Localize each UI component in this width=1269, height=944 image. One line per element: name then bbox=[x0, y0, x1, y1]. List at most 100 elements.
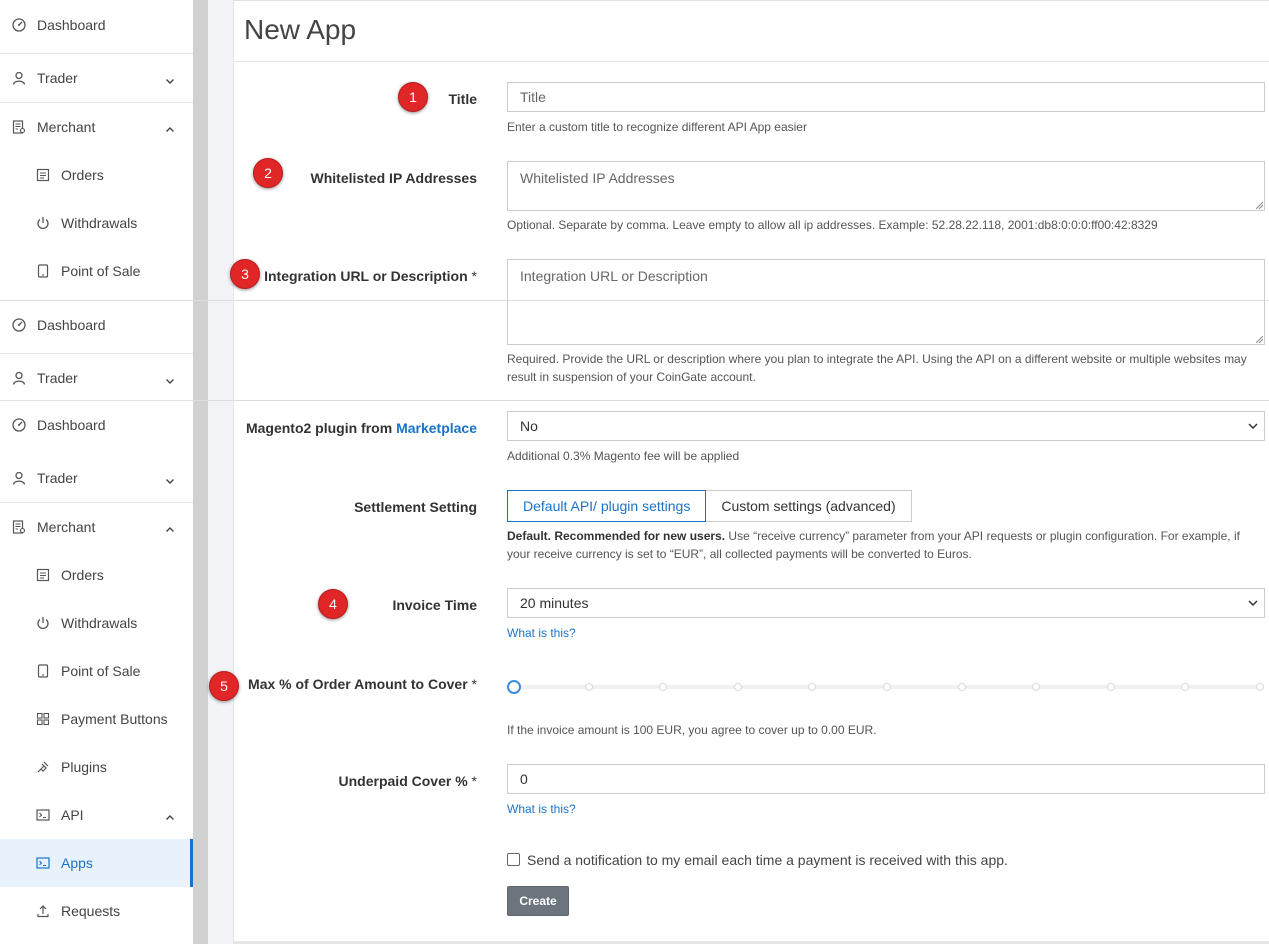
magento-value: No bbox=[520, 418, 538, 434]
upload-icon bbox=[36, 904, 50, 918]
slider-handle[interactable] bbox=[507, 680, 521, 694]
chevron-up-icon bbox=[165, 522, 175, 532]
resize-handle-icon[interactable] bbox=[1255, 335, 1263, 343]
overlay-divider bbox=[193, 400, 1269, 401]
slider-step-dot[interactable] bbox=[1106, 683, 1115, 691]
title-input[interactable]: Title bbox=[507, 82, 1265, 112]
slider-step-dot[interactable] bbox=[733, 683, 742, 691]
terminal-icon bbox=[36, 808, 50, 822]
url-label: Integration URL or Description * bbox=[264, 268, 477, 284]
maxcover-slider[interactable] bbox=[507, 680, 1267, 694]
slider-step-dot[interactable] bbox=[808, 683, 817, 691]
title-divider bbox=[233, 61, 1269, 62]
dashboard-icon bbox=[12, 318, 26, 332]
sidebar-item-label: Withdrawals bbox=[61, 615, 138, 631]
notify-checkbox[interactable] bbox=[507, 853, 520, 866]
sidebar-item-orders[interactable]: Orders bbox=[0, 151, 193, 199]
sidebar: Dashboard Trader Merchant Orders Withdrawals… bbox=[0, 0, 193, 944]
settlement-custom-option[interactable]: Custom settings (advanced) bbox=[706, 490, 912, 522]
url-placeholder: Integration URL or Description bbox=[520, 268, 708, 284]
slider-step-dot[interactable] bbox=[659, 683, 668, 691]
slider-step-dot[interactable] bbox=[1256, 683, 1264, 691]
magento-label-text: Magento2 plugin from bbox=[245, 420, 393, 436]
sidebar-item-dashboard[interactable]: Dashboard bbox=[0, 1, 193, 49]
slider-step-dot[interactable] bbox=[883, 683, 891, 691]
sidebar-scrollbar[interactable] bbox=[193, 0, 208, 944]
title-placeholder: Title bbox=[520, 89, 546, 105]
required-mark: * bbox=[471, 676, 477, 692]
sidebar-item-payment-buttons[interactable]: Payment Buttons bbox=[0, 695, 193, 743]
sidebar-item-trader[interactable]: Trader bbox=[0, 454, 193, 502]
tablet-icon bbox=[36, 264, 50, 278]
main-card bbox=[233, 0, 1269, 944]
sidebar-item-label: Orders bbox=[61, 567, 104, 583]
annotation-badge: 5 bbox=[209, 671, 239, 701]
invoice-value: 20 minutes bbox=[520, 595, 589, 611]
create-button[interactable]: Create bbox=[507, 886, 569, 916]
slider-step-dot[interactable] bbox=[957, 683, 966, 691]
top-border bbox=[233, 0, 1269, 1]
invoice-what-link[interactable]: What is this? bbox=[507, 626, 576, 640]
required-mark: * bbox=[471, 268, 477, 284]
slider-step-dot[interactable] bbox=[584, 683, 593, 691]
plug-icon bbox=[36, 760, 50, 774]
sidebar-item-label: Withdrawals bbox=[61, 215, 138, 231]
user-icon bbox=[12, 71, 26, 85]
chevron-down-icon bbox=[1248, 600, 1258, 607]
power-icon bbox=[36, 616, 50, 630]
sidebar-divider bbox=[0, 53, 193, 54]
sidebar-item-trader[interactable]: Trader bbox=[0, 54, 193, 102]
sidebar-item-dashboard[interactable]: Dashboard bbox=[0, 301, 193, 349]
sidebar-item-merchant[interactable]: Merchant bbox=[0, 103, 193, 151]
title-help: Enter a custom title to recognize differ… bbox=[507, 120, 807, 134]
url-label-text: Integration URL or Description bbox=[264, 268, 468, 284]
invoice-label: Invoice Time bbox=[392, 597, 477, 613]
sidebar-item-label: Trader bbox=[37, 370, 78, 386]
ip-help: Optional. Separate by comma. Leave empty… bbox=[507, 218, 1158, 232]
sidebar-item-dashboard[interactable]: Dashboard bbox=[0, 401, 193, 449]
annotation-badge: 4 bbox=[318, 589, 348, 619]
power-icon bbox=[36, 216, 50, 230]
maxcover-label-text: Max % of Order Amount to Cover bbox=[248, 676, 468, 692]
dashboard-icon bbox=[12, 18, 26, 32]
invoice-time-select[interactable]: 20 minutes bbox=[507, 588, 1265, 618]
slider-step-dot[interactable] bbox=[1181, 683, 1190, 691]
sidebar-item-point-of-sale[interactable]: Point of Sale bbox=[0, 647, 193, 695]
sidebar-item-label: Dashboard bbox=[37, 17, 106, 33]
terminal-icon bbox=[36, 856, 50, 870]
sidebar-item-withdrawals[interactable]: Withdrawals bbox=[0, 599, 193, 647]
settlement-help: Default. Recommended for new users. Use … bbox=[507, 527, 1257, 563]
sidebar-item-label: Point of Sale bbox=[61, 663, 141, 679]
sidebar-item-requests[interactable]: Requests bbox=[0, 887, 193, 935]
merchant-icon bbox=[12, 520, 26, 534]
settlement-label: Settlement Setting bbox=[354, 499, 477, 515]
sidebar-divider bbox=[0, 353, 193, 354]
sidebar-item-apps[interactable]: Apps bbox=[0, 839, 193, 887]
sidebar-item-orders[interactable]: Orders bbox=[0, 551, 193, 599]
ip-textarea[interactable]: Whitelisted IP Addresses bbox=[507, 161, 1265, 211]
maxcover-label: Max % of Order Amount to Cover * bbox=[248, 676, 477, 692]
page-title: New App bbox=[244, 14, 357, 45]
marketplace-link[interactable]: Marketplace bbox=[396, 420, 477, 436]
sidebar-item-trader[interactable]: Trader bbox=[0, 354, 193, 402]
settlement-default-option[interactable]: Default API/ plugin settings bbox=[507, 490, 707, 522]
slider-step-dot[interactable] bbox=[1032, 683, 1041, 691]
sidebar-item-plugins[interactable]: Plugins bbox=[0, 743, 193, 791]
underpaid-what-link[interactable]: What is this? bbox=[507, 802, 576, 816]
magento-select[interactable]: No bbox=[507, 411, 1265, 441]
notify-label[interactable]: Send a notification to my email each tim… bbox=[527, 852, 1008, 868]
orders-icon bbox=[36, 568, 50, 582]
content-gutter bbox=[208, 0, 233, 944]
underpaid-input[interactable]: 0 bbox=[507, 764, 1265, 794]
sidebar-item-api[interactable]: API bbox=[0, 791, 193, 839]
sidebar-item-label: Requests bbox=[61, 903, 121, 919]
sidebar-item-point-of-sale[interactable]: Point of Sale bbox=[0, 247, 193, 295]
sidebar-item-label: Trader bbox=[37, 470, 78, 486]
sidebar-item-label: Merchant bbox=[37, 519, 96, 535]
sidebar-item-withdrawals[interactable]: Withdrawals bbox=[0, 199, 193, 247]
sidebar-item-label: Payment Buttons bbox=[61, 711, 168, 727]
url-textarea[interactable]: Integration URL or Description bbox=[507, 259, 1265, 345]
sidebar-item-merchant[interactable]: Merchant bbox=[0, 503, 193, 551]
user-icon bbox=[12, 371, 26, 385]
resize-handle-icon[interactable] bbox=[1255, 201, 1263, 209]
